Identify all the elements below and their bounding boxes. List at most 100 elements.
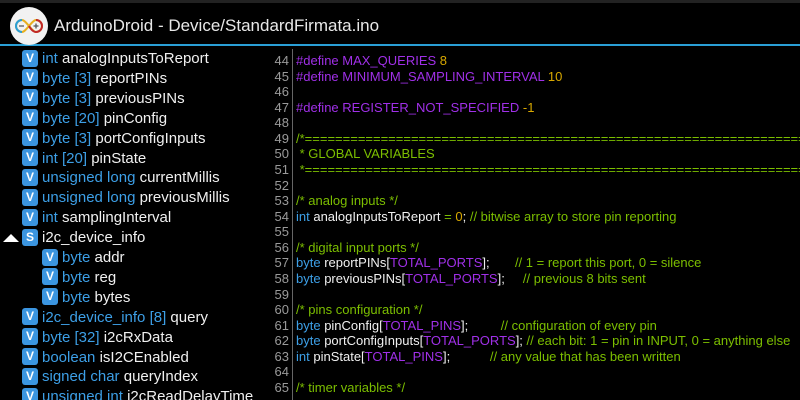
variable-badge-icon: V [42, 268, 58, 286]
tree-item[interactable]: Vbyte [3] previousPINs [22, 89, 185, 109]
tree-item-type: signed char [42, 368, 120, 386]
tree-item[interactable]: Vunsigned int i2cReadDelayTime [22, 387, 253, 400]
tree-item-type: boolean [42, 348, 96, 366]
tree-item-name: bytes [94, 288, 131, 306]
tree-item-type: byte [3] [42, 89, 92, 107]
tree-item-name: analogInputsToReport [62, 50, 209, 67]
line-number: 57 [274, 255, 289, 271]
outline-tree[interactable]: Vint analogInputsToReport Vbyte [3] repor… [0, 49, 268, 400]
code-line: 56 /* digital input ports */ [268, 240, 800, 256]
tree-item-type: unsigned long [42, 169, 136, 187]
tree-item[interactable]: Vint analogInputsToReport [22, 49, 209, 69]
tree-item[interactable]: Vbyte bytes [42, 288, 130, 308]
tree-item[interactable]: Vbyte reg [42, 268, 116, 288]
line-number: 54 [274, 208, 289, 224]
tree-item[interactable]: Vint samplingInterval [22, 208, 171, 228]
line-number: 58 [274, 270, 289, 286]
code-token: // bitwise array to store pin reporting [469, 208, 677, 224]
tree-item-name: queryIndex [123, 368, 198, 386]
line-number: 53 [274, 193, 289, 209]
tree-item[interactable]: Vboolean isI2CEnabled [22, 348, 189, 368]
code-token: ]; [497, 270, 523, 286]
tree-item-name: pinConfig [103, 109, 168, 127]
code-editor[interactable]: 44 #define MAX_QUERIES 8 45 #define MINIMUM… [268, 49, 800, 400]
tree-item[interactable]: Vunsigned long currentMillis [22, 168, 220, 188]
tree-item[interactable]: Vbyte addr [42, 248, 125, 268]
code-token: // 1 = report this port, 0 = silence [514, 255, 702, 271]
code-line: 52 [268, 178, 800, 194]
tree-item[interactable]: Vbyte [3] reportPINs [22, 69, 167, 89]
tree-item-type: byte [62, 249, 91, 266]
variable-badge-icon: V [22, 129, 38, 147]
code-token: = [444, 208, 456, 224]
line-number: 61 [274, 317, 289, 333]
tree-item-type: i2c_device_info [8] [42, 308, 167, 326]
tree-item-name: isI2CEnabled [99, 348, 189, 366]
code-token: *=======================================… [299, 161, 800, 177]
line-number: 59 [274, 286, 289, 302]
variable-badge-icon: V [22, 208, 38, 226]
tree-item-name: reg [94, 268, 117, 286]
code-token: byte [296, 270, 325, 286]
line-number: 44 [274, 53, 289, 68]
tree-item[interactable]: Vunsigned long previousMillis [22, 188, 230, 208]
variable-badge-icon: V [22, 188, 38, 206]
code-token: /* analog inputs */ [296, 193, 398, 209]
code-token: /* timer variables */ [296, 379, 406, 395]
tree-item[interactable]: Si2c_device_info [3, 228, 146, 248]
line-number: 49 [274, 130, 289, 146]
line-number: 64 [274, 364, 289, 380]
line-number: 48 [274, 115, 289, 131]
tree-item-name: i2c_device_info [42, 229, 146, 247]
tree-item[interactable]: Vbyte [3] portConfigInputs [22, 129, 205, 149]
code-line: 47 #define REGISTER_NOT_SPECIFIED -1 [268, 100, 800, 116]
tree-item-type: byte [20] [42, 109, 100, 127]
code-line: 62 byte portConfigInputs[TOTAL_PORTS]; //… [268, 333, 800, 349]
code-token: TOTAL_PORTS [423, 333, 516, 349]
line-number: 55 [274, 224, 289, 240]
code-token: int [296, 208, 314, 224]
variable-badge-icon: V [42, 288, 58, 306]
tree-item-name: i2cReadDelayTime [127, 388, 254, 400]
code-token: #define MINIMUM_SAMPLING_INTERVAL [296, 68, 548, 84]
variable-badge-icon: V [22, 89, 38, 107]
code-token: ]; [442, 348, 490, 364]
code-token: 8 [439, 53, 448, 68]
code-token: ; [462, 208, 470, 224]
collapse-triangle-icon[interactable] [3, 234, 19, 243]
variable-badge-icon: V [22, 348, 38, 366]
code-token: /*======================================… [296, 130, 800, 146]
code-token: int [296, 348, 314, 364]
code-line: 64 [268, 364, 800, 380]
code-token: 10 [547, 68, 563, 84]
tree-item[interactable]: Vbyte [20] pinConfig [22, 109, 167, 129]
tree-item[interactable]: Vint [20] pinState [22, 149, 146, 169]
code-line: 60 /* pins configuration */ [268, 302, 800, 318]
tree-item[interactable]: Vi2c_device_info [8] query [22, 308, 208, 328]
code-token: /* pins configuration */ [296, 302, 423, 318]
line-number: 60 [274, 302, 289, 318]
tree-item-name: query [170, 308, 208, 326]
arduinodroid-logo-icon[interactable] [10, 7, 48, 45]
code-token: byte [296, 317, 325, 333]
code-token: portConfigInputs[ [324, 333, 424, 349]
tree-item-name: i2cRxData [103, 328, 173, 346]
code-token: // each bit: 1 = pin in INPUT, 0 = anyth… [526, 333, 791, 349]
line-number: 46 [274, 84, 289, 100]
code-token: TOTAL_PORTS [405, 270, 498, 286]
code-token: // configuration of every pin [500, 317, 657, 333]
tree-item-name: samplingInterval [62, 209, 172, 227]
code-token: analogInputsToReport [313, 208, 445, 224]
code-line: 53 /* analog inputs */ [268, 193, 800, 209]
code-token: byte [296, 255, 325, 271]
variable-badge-icon: V [22, 367, 38, 385]
code-line: 63 int pinState[TOTAL_PINS]; // any value… [268, 349, 800, 365]
variable-badge-icon: V [22, 387, 38, 400]
code-token: ]; [482, 255, 515, 271]
code-line: 48 [268, 115, 800, 131]
code-token: TOTAL_PINS [364, 348, 443, 364]
code-line: 58 byte previousPINs[TOTAL_PORTS]; // pre… [268, 271, 800, 287]
code-line: 54 int analogInputsToReport = 0; // bitwi… [268, 209, 800, 225]
tree-item[interactable]: Vbyte [32] i2cRxData [22, 328, 173, 348]
tree-item[interactable]: Vsigned char queryIndex [22, 367, 198, 387]
